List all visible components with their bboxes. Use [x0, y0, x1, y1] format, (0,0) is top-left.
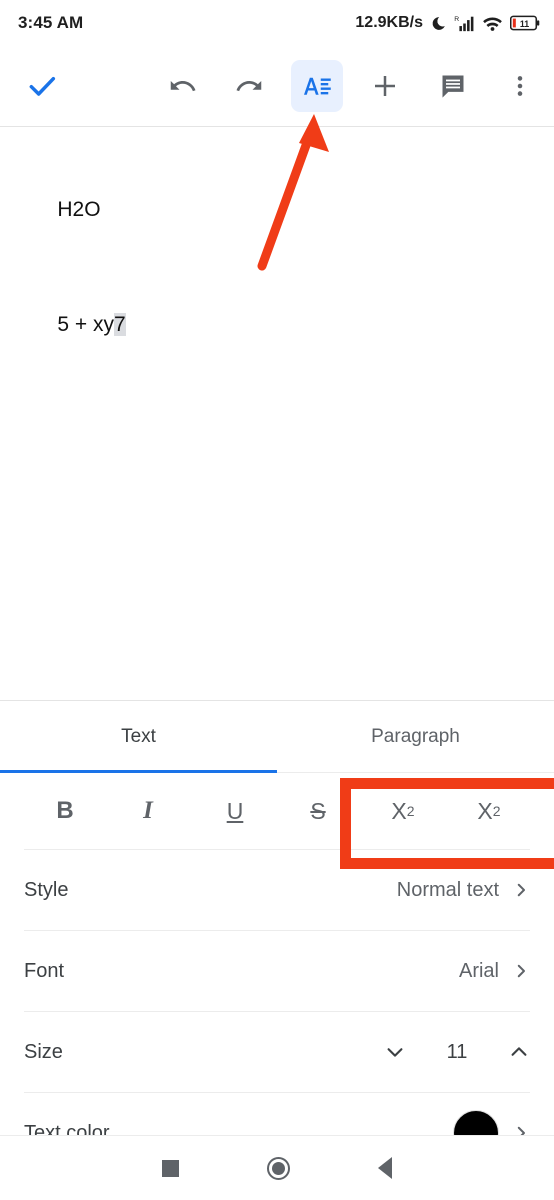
size-row: Size 11: [0, 1012, 554, 1092]
status-time: 3:45 AM: [18, 13, 84, 32]
battery-level-text: 11: [520, 19, 529, 29]
document-line-text: H2O: [57, 198, 101, 222]
status-bar: 3:45 AM 12.9KB/s R 11: [0, 0, 554, 46]
underline-button[interactable]: U: [207, 786, 263, 836]
subscript-index: 2: [492, 803, 501, 819]
font-row-right: Arial: [459, 960, 530, 983]
font-row[interactable]: Font Arial: [0, 931, 554, 1011]
more-options-icon[interactable]: [496, 62, 544, 110]
insert-plus-icon[interactable]: [361, 62, 409, 110]
svg-text:R: R: [454, 15, 459, 22]
moon-icon: [430, 15, 447, 32]
tab-text[interactable]: Text: [0, 701, 277, 773]
font-row-label: Font: [24, 959, 65, 982]
format-tab-row: Text Paragraph: [0, 701, 554, 773]
redo-icon[interactable]: [226, 62, 274, 110]
comment-icon[interactable]: [429, 62, 477, 110]
format-text-icon[interactable]: [291, 60, 343, 112]
superscript-exponent: 2: [406, 803, 415, 819]
style-row-right: Normal text: [397, 879, 530, 902]
size-stepper: 11: [384, 1041, 530, 1064]
done-checkmark-icon[interactable]: [18, 62, 66, 110]
text-style-button-row: B I U S X2 X2: [0, 773, 554, 849]
cellular-signal-icon: R: [454, 15, 475, 32]
chevron-right-icon: [512, 962, 530, 980]
style-row-label: Style: [24, 878, 69, 901]
italic-button[interactable]: I: [120, 786, 176, 836]
recents-icon[interactable]: [162, 1159, 179, 1177]
style-row[interactable]: Style Normal text: [0, 850, 554, 930]
superscript-button[interactable]: X2: [375, 786, 431, 836]
undo-icon[interactable]: [158, 62, 206, 110]
document-line-text: 5 + xy: [57, 312, 114, 336]
wifi-icon: [482, 15, 503, 32]
subscript-base: X: [477, 797, 493, 824]
network-speed-label: 12.9KB/s: [355, 14, 423, 31]
document-line[interactable]: H2O: [34, 172, 554, 248]
size-decrease-icon[interactable]: [384, 1041, 406, 1063]
home-icon[interactable]: [267, 1156, 290, 1180]
app-toolbar: [0, 46, 554, 127]
back-icon[interactable]: [378, 1157, 392, 1179]
document-line-selection: 7: [113, 312, 126, 336]
style-row-value: Normal text: [396, 878, 499, 901]
system-nav-bar: [0, 1135, 554, 1200]
font-row-value: Arial: [458, 959, 499, 982]
battery-icon: 11: [510, 15, 540, 31]
status-indicators: 12.9KB/s R 11: [355, 14, 540, 32]
document-line[interactable]: 5 + xy7: [34, 287, 554, 363]
tab-paragraph[interactable]: Paragraph: [277, 701, 554, 773]
document-canvas[interactable]: H2O 5 + xy7: [0, 127, 554, 700]
size-value: 11: [446, 1040, 468, 1063]
strikethrough-button[interactable]: S: [290, 786, 346, 836]
format-panel: Text Paragraph B I U S X2 X2 Style Norma…: [0, 700, 554, 1156]
chevron-right-icon: [512, 881, 530, 899]
subscript-button[interactable]: X2: [461, 786, 517, 836]
size-increase-icon[interactable]: [508, 1041, 530, 1063]
bold-button[interactable]: B: [37, 786, 93, 836]
size-row-label: Size: [24, 1040, 63, 1063]
superscript-base: X: [391, 797, 407, 824]
